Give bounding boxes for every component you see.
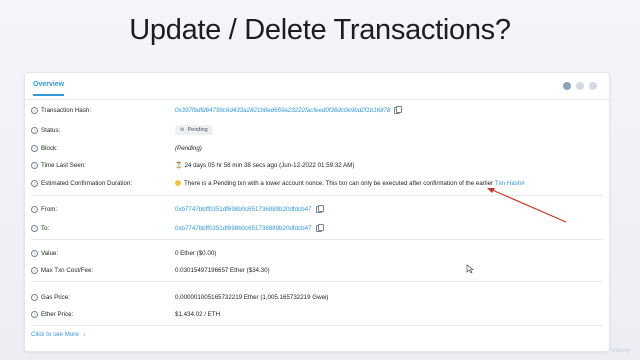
- row-transaction-hash: ? Transaction Hash: 0x397fbdfd64799c6d433…: [31, 103, 601, 117]
- row-from: ? From: 0xb7747bbff0351df698b0c651736889b…: [31, 202, 601, 216]
- gas-price-value: 0.000001005165732219 Ether (1,005.165732…: [175, 293, 329, 301]
- row-block: ? Block: (Pending): [31, 141, 601, 155]
- label-from: From:: [41, 205, 58, 213]
- row-gas-price: ? Gas Price: 0.000001005165732219 Ether (…: [31, 290, 601, 304]
- slide-title: Update / Delete Transactions?: [129, 14, 511, 46]
- emoji-icon: [175, 180, 181, 186]
- row-value: ? Value: 0 Ether ($0.00): [31, 246, 601, 260]
- row-time-last-seen: ? Time Last Seen: ⏳ 24 days 05 hr 58 min 3…: [31, 158, 601, 172]
- earlier-txn-hash-link[interactable]: Txn Hash#: [495, 180, 525, 187]
- max-txn-cost-value: 0.03015497196657 Ether ($34.30): [175, 266, 270, 274]
- label-value: Value:: [41, 249, 59, 257]
- action-dot-3[interactable]: [589, 82, 597, 90]
- see-more-label: Click to see More: [31, 331, 79, 338]
- question-circle-icon: ?: [31, 144, 38, 152]
- mouse-cursor-icon: [466, 264, 474, 274]
- transaction-hash-value: 0x397fbdfd64799c6d433a2821b8ed659a23222f…: [175, 106, 391, 114]
- label-confirmation-duration: Estimated Confirmation Duration:: [41, 179, 133, 187]
- question-circle-icon: ?: [31, 106, 38, 114]
- question-circle-icon: ?: [31, 161, 38, 169]
- divider: [31, 281, 603, 282]
- divider: [31, 239, 603, 240]
- question-circle-icon: ?: [31, 293, 38, 301]
- to-address-link[interactable]: 0xb7747bbff0351df698b0c651736889b20dfdcb…: [175, 225, 312, 232]
- label-block: Block:: [41, 144, 58, 152]
- divider: [31, 325, 603, 326]
- label-status: Status:: [41, 126, 61, 134]
- copy-icon[interactable]: [315, 223, 324, 232]
- transaction-overview-card: Overview ? Transaction Hash: 0x397fbdfd64…: [24, 72, 610, 352]
- row-confirmation-duration: ? Estimated Confirmation Duration: There …: [31, 176, 601, 190]
- label-to: To:: [41, 224, 50, 232]
- confirmation-text: There is a Pending txn with a lower acco…: [184, 179, 494, 187]
- label-transaction-hash: Transaction Hash:: [41, 106, 91, 114]
- block-value: (Pending): [175, 144, 202, 152]
- header-actions: [563, 82, 597, 90]
- action-dot-2[interactable]: [576, 82, 584, 90]
- value-amount: 0 Ether ($0.00): [175, 249, 217, 257]
- row-to: ? To: 0xb7747bbff0351df698b0c651736889b20…: [31, 221, 601, 235]
- question-circle-icon: ?: [31, 266, 38, 274]
- row-ether-price: ? Ether Price: $1,434.02 / ETH: [31, 307, 601, 321]
- tab-overview[interactable]: Overview: [33, 81, 65, 96]
- time-last-seen-value: 24 days 05 hr 58 min 38 secs ago (Jun-12…: [184, 161, 355, 169]
- question-circle-icon: ?: [31, 224, 38, 232]
- hourglass-icon: ⏳: [175, 162, 183, 169]
- ether-price-value: $1,434.02 / ETH: [175, 310, 221, 318]
- label-max-txn-cost: Max Txn Cost/Fee:: [41, 266, 94, 274]
- copy-icon[interactable]: [315, 204, 324, 213]
- question-circle-icon: ?: [31, 179, 38, 187]
- action-dot-1[interactable]: [563, 82, 571, 90]
- row-max-txn-cost: ? Max Txn Cost/Fee: 0.03015497196657 Ethe…: [31, 263, 601, 277]
- arrow-down-icon: ↓: [82, 331, 86, 338]
- from-address-link[interactable]: 0xb7747bbff0351df698b0c651736889b20dfdcb…: [175, 206, 312, 213]
- see-more-link[interactable]: Click to see More ↓: [31, 331, 86, 338]
- label-time-last-seen: Time Last Seen:: [41, 161, 86, 169]
- divider: [31, 195, 603, 196]
- card-header: Overview: [25, 73, 609, 100]
- row-status: ? Status: ⚙ Pending: [31, 123, 601, 137]
- status-badge: ⚙ Pending: [175, 125, 213, 135]
- watermark: Udemy: [610, 348, 630, 354]
- question-circle-icon: ?: [31, 126, 38, 134]
- label-gas-price: Gas Price:: [41, 293, 70, 301]
- gear-icon: ⚙: [180, 127, 185, 133]
- question-circle-icon: ?: [31, 205, 38, 213]
- question-circle-icon: ?: [31, 249, 38, 257]
- copy-icon[interactable]: [394, 105, 403, 114]
- label-ether-price: Ether Price:: [41, 310, 74, 318]
- question-circle-icon: ?: [31, 310, 38, 318]
- status-badge-text: Pending: [187, 127, 208, 133]
